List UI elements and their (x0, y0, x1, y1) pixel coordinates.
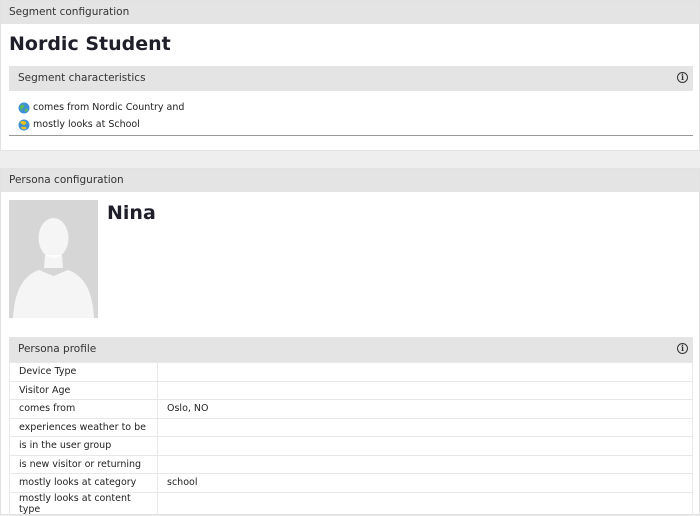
table-row: is in the user group (9, 436, 693, 456)
profile-value[interactable] (157, 417, 693, 437)
profile-key: Device Type (9, 362, 158, 382)
profile-value[interactable] (157, 454, 693, 474)
divider (9, 135, 693, 136)
persona-profile-label: Persona profile (18, 343, 97, 355)
table-row: is new visitor or returning (9, 454, 693, 474)
info-icon[interactable]: i (677, 343, 688, 354)
segment-characteristics-label: Segment characteristics (18, 72, 146, 84)
profile-key: mostly looks at category (9, 473, 158, 493)
table-row: comes from Oslo, NO (9, 399, 693, 419)
table-row: mostly looks at category school (9, 473, 693, 493)
profile-value[interactable] (157, 362, 693, 382)
profile-key: is in the user group (9, 436, 158, 456)
profile-key: is new visitor or returning (9, 454, 158, 474)
avatar-silhouette-icon (13, 218, 94, 318)
persona-profile-header: Persona profile i (9, 337, 693, 362)
profile-value[interactable] (157, 491, 693, 516)
globe-icon (18, 102, 30, 113)
table-row: experiences weather to be (9, 417, 693, 437)
globe-icon (18, 119, 30, 130)
characteristic-text: mostly looks at School (33, 119, 140, 130)
profile-key: mostly looks at content type (9, 491, 158, 516)
profile-value[interactable]: Oslo, NO (157, 399, 693, 419)
segment-title: Nordic Student (9, 33, 171, 55)
characteristic-item: comes from Nordic Country and (18, 99, 184, 116)
persona-configuration-header: Persona configuration (1, 169, 699, 192)
table-row: Device Type (9, 362, 693, 382)
persona-name: Nina (107, 202, 156, 224)
segment-configuration-panel: Segment configuration Nordic Student Seg… (0, 0, 700, 151)
characteristics-list: comes from Nordic Country and mostly loo… (18, 99, 184, 133)
characteristic-text: comes from Nordic Country and (33, 102, 185, 113)
table-row: Visitor Age (9, 380, 693, 400)
info-icon[interactable]: i (677, 72, 688, 83)
profile-key: Visitor Age (9, 380, 158, 400)
segment-characteristics-header: Segment characteristics i (9, 66, 693, 91)
characteristic-item: mostly looks at School (18, 116, 184, 133)
profile-value[interactable] (157, 436, 693, 456)
profile-value[interactable] (157, 380, 693, 400)
avatar (9, 200, 98, 318)
segment-configuration-header: Segment configuration (1, 1, 699, 24)
profile-key: experiences weather to be (9, 417, 158, 437)
profile-key: comes from (9, 399, 158, 419)
profile-value[interactable]: school (157, 473, 693, 493)
table-row: mostly looks at content type (9, 491, 693, 516)
persona-configuration-panel: Persona configuration Nina Persona profi… (0, 168, 700, 516)
persona-profile-table: Device Type Visitor Age comes from Oslo,… (9, 362, 693, 516)
